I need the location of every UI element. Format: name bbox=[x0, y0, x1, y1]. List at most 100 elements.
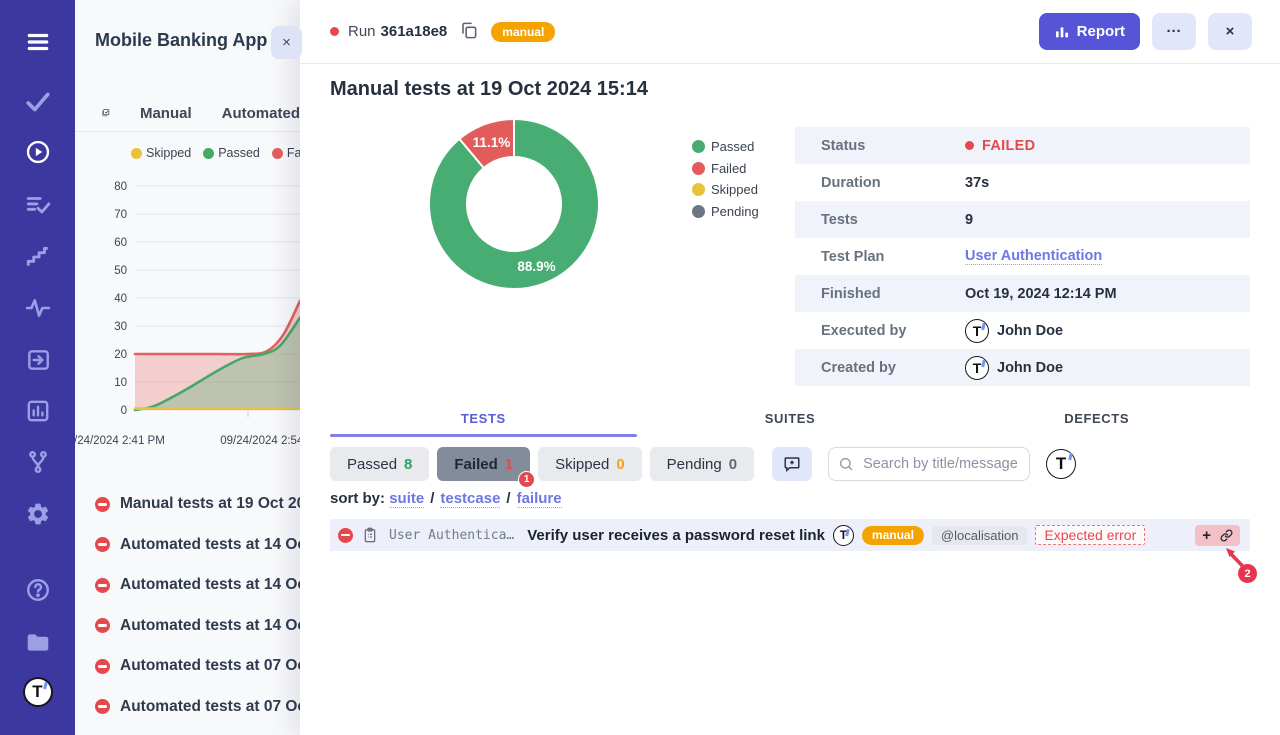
clipboard-icon bbox=[362, 527, 378, 543]
annotation-step-badge: 2 bbox=[1238, 564, 1257, 583]
section-tabs: TESTSSUITESDEFECTS bbox=[330, 402, 1250, 437]
sort-by-label: sort by: bbox=[330, 490, 385, 507]
run-list-item[interactable]: Automated tests at 07 Oct 2024 bbox=[75, 687, 300, 728]
mini-chart-legend: SkippedPassedFailed bbox=[131, 146, 300, 160]
legend-item: Failed bbox=[692, 158, 759, 180]
import-icon[interactable] bbox=[24, 346, 52, 374]
summary-value: TJohn Doe bbox=[965, 356, 1063, 380]
run-title: Manual tests at 19 Oct 2024 15:14 bbox=[330, 78, 648, 101]
svg-text:10: 10 bbox=[114, 377, 127, 389]
add-comment-button[interactable] bbox=[772, 447, 812, 481]
run-list-item[interactable]: Automated tests at 07 Oct 2024 bbox=[75, 646, 300, 687]
summary-text: 37s bbox=[965, 175, 989, 191]
test-tag[interactable]: @localisation bbox=[932, 526, 1028, 545]
legend-dot bbox=[203, 148, 214, 159]
search-input[interactable] bbox=[828, 447, 1030, 481]
project-panel: Mobile Banking App Manual Automated Skip… bbox=[75, 0, 300, 735]
add-icon[interactable]: + bbox=[1202, 528, 1211, 543]
search-wrap bbox=[828, 447, 1030, 481]
analytics-icon[interactable] bbox=[24, 397, 52, 425]
sort-option-failure[interactable]: failure bbox=[517, 490, 562, 508]
svg-text:11.1%: 11.1% bbox=[473, 135, 511, 150]
legend-dot bbox=[692, 183, 705, 196]
project-title: Mobile Banking App bbox=[95, 30, 267, 51]
summary-label: Executed by bbox=[795, 323, 965, 339]
summary-row: FinishedOct 19, 2024 12:14 PM bbox=[795, 275, 1250, 312]
summary-row: Test PlanUser Authentication bbox=[795, 238, 1250, 275]
legend-dot bbox=[131, 148, 142, 159]
runs-list: Manual tests at 19 Oct 2024 Automated tes… bbox=[75, 484, 300, 727]
link-icon[interactable] bbox=[1220, 529, 1233, 542]
user-name: John Doe bbox=[997, 323, 1063, 339]
filter-failed[interactable]: Failed11 bbox=[437, 447, 530, 481]
legend-item: Passed bbox=[203, 146, 260, 160]
summary-label: Tests bbox=[795, 212, 965, 228]
svg-text:09/24/2024 2:41 PM: 09/24/2024 2:41 PM bbox=[75, 435, 165, 447]
section-tab-defects[interactable]: DEFECTS bbox=[943, 402, 1250, 437]
assignee-filter-avatar[interactable]: T bbox=[1046, 449, 1076, 479]
run-list-item[interactable]: Automated tests at 14 Oct 2024 bbox=[75, 525, 300, 566]
copy-run-id-icon[interactable] bbox=[457, 21, 479, 43]
summary-value: User Authentication bbox=[965, 248, 1102, 265]
sort-option-suite[interactable]: suite bbox=[389, 490, 424, 508]
tab-manual[interactable]: Manual bbox=[140, 105, 192, 122]
filter-passed[interactable]: Passed8 bbox=[330, 447, 429, 481]
failed-status-icon bbox=[95, 659, 110, 674]
section-tab-tests[interactable]: TESTS bbox=[330, 402, 637, 437]
run-item-label: Automated tests at 14 Oct 2024 bbox=[120, 576, 300, 594]
expected-error-badge: Expected error bbox=[1035, 525, 1145, 545]
svg-text:80: 80 bbox=[114, 181, 127, 193]
legend-label: Failed bbox=[711, 161, 746, 176]
filter-label: Pending bbox=[667, 456, 722, 473]
milestones-icon[interactable] bbox=[24, 243, 52, 271]
user-avatar: T bbox=[965, 319, 989, 343]
summary-value: 9 bbox=[965, 212, 973, 228]
suite-name[interactable]: User Authentica… bbox=[389, 528, 514, 543]
run-list-item[interactable]: Automated tests at 14 Oct 2024 bbox=[75, 606, 300, 647]
workspace-logo-avatar[interactable]: T bbox=[24, 678, 52, 706]
filter-row: Passed8Failed11Skipped0Pending0 T bbox=[330, 447, 1250, 481]
legend-label: Passed bbox=[711, 139, 754, 154]
tab-automated[interactable]: Automated bbox=[222, 105, 300, 122]
runs-play-icon[interactable] bbox=[24, 138, 52, 166]
icon-rail: T bbox=[0, 0, 75, 735]
filter-skipped[interactable]: Skipped0 bbox=[538, 447, 642, 481]
filter-count: 8 bbox=[404, 456, 412, 473]
help-icon[interactable] bbox=[24, 576, 52, 604]
sort-separator: / bbox=[506, 490, 510, 507]
notification-badge: 1 bbox=[518, 471, 535, 488]
test-list-icon[interactable] bbox=[24, 191, 52, 219]
filter-pending[interactable]: Pending0 bbox=[650, 447, 754, 481]
run-list-item[interactable]: Automated tests at 14 Oct 2024 bbox=[75, 565, 300, 606]
drawer-collapse-button[interactable]: × bbox=[271, 26, 302, 59]
legend-item: Passed bbox=[692, 136, 759, 158]
run-list-item[interactable]: Manual tests at 19 Oct 2024 bbox=[75, 484, 300, 525]
failed-status-icon bbox=[95, 578, 110, 593]
sort-option-testcase[interactable]: testcase bbox=[440, 490, 500, 508]
summary-label: Test Plan bbox=[795, 249, 965, 265]
section-tab-suites[interactable]: SUITES bbox=[637, 402, 944, 437]
close-drawer-button[interactable]: × bbox=[1208, 13, 1252, 50]
run-summary-table: StatusFAILEDDuration37sTests9Test PlanUs… bbox=[795, 127, 1250, 386]
check-icon[interactable] bbox=[24, 88, 52, 116]
sort-row: sort by: suite/testcase/failure bbox=[330, 490, 562, 507]
summary-row: Executed byT John Doe bbox=[795, 312, 1250, 349]
run-item-label: Manual tests at 19 Oct 2024 bbox=[120, 495, 300, 513]
menu-icon[interactable] bbox=[24, 28, 52, 56]
pulse-icon[interactable] bbox=[24, 294, 52, 322]
branch-icon[interactable] bbox=[24, 448, 52, 476]
test-title[interactable]: Verify user receives a password reset li… bbox=[527, 527, 825, 544]
run-id: 361a18e8 bbox=[381, 23, 448, 40]
svg-text:0: 0 bbox=[121, 405, 127, 417]
settings-gear-icon[interactable] bbox=[24, 500, 52, 528]
failed-status-icon bbox=[338, 528, 353, 543]
test-plan-link[interactable]: User Authentication bbox=[965, 248, 1102, 265]
projects-folder-icon[interactable] bbox=[24, 628, 52, 656]
run-prefix-label: Run bbox=[348, 23, 376, 40]
summary-row: Tests9 bbox=[795, 201, 1250, 238]
select-runs-icon[interactable] bbox=[101, 104, 110, 124]
report-button[interactable]: Report bbox=[1039, 13, 1140, 50]
test-result-row[interactable]: User Authentica… Verify user receives a … bbox=[330, 519, 1250, 551]
more-actions-button[interactable]: ··· bbox=[1152, 13, 1196, 50]
legend-label: Passed bbox=[218, 146, 260, 160]
